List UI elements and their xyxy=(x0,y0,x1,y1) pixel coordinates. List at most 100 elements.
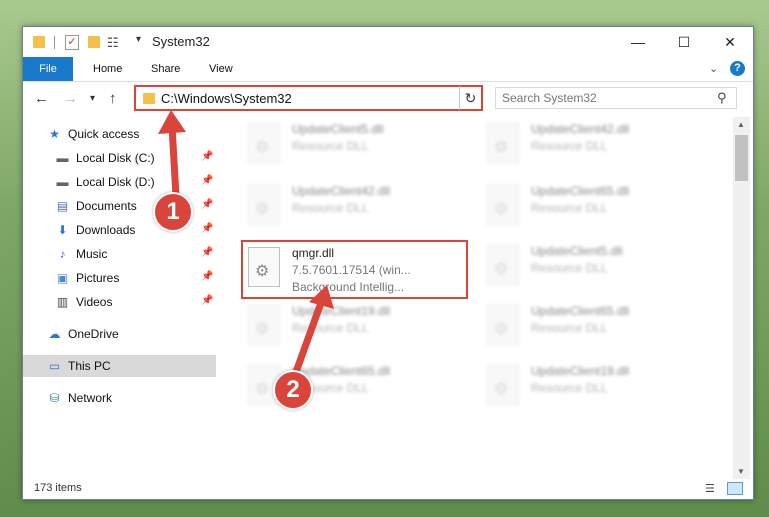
sidebar-item-label: Pictures xyxy=(76,271,120,285)
sidebar-item-onedrive[interactable]: ☁ OneDrive xyxy=(23,323,216,345)
folder-icon xyxy=(33,36,45,48)
file-type: Resource DLL xyxy=(292,201,369,215)
file-name: UpdateClient42.dll xyxy=(292,184,391,198)
list-item[interactable]: ⚙ UpdateClient42.dll Resource DLL xyxy=(481,119,711,171)
details-view-icon[interactable]: ☰ xyxy=(705,482,721,495)
file-name: UpdateClient42.dll xyxy=(531,122,630,136)
dll-file-icon: ⚙ xyxy=(487,185,519,225)
scrollbar-thumb[interactable] xyxy=(735,135,748,181)
search-icon[interactable]: ⚲ xyxy=(717,90,727,106)
scroll-up-icon[interactable]: ▲ xyxy=(737,120,745,129)
sidebar-item-label: Documents xyxy=(76,199,137,213)
file-type: Resource DLL xyxy=(292,321,369,335)
file-type: Resource DLL xyxy=(531,381,608,395)
cloud-icon: ☁ xyxy=(48,327,61,341)
vertical-scrollbar[interactable]: ▲ ▼ xyxy=(733,117,750,479)
new-folder-icon[interactable] xyxy=(88,36,100,48)
sidebar-item-label: OneDrive xyxy=(68,327,119,341)
expand-ribbon-icon[interactable]: ⌄ xyxy=(709,62,718,75)
file-name: UpdateClient5.dll xyxy=(292,122,384,136)
sidebar-item-network[interactable]: ⛁ Network xyxy=(23,387,216,409)
sidebar-item-this-pc[interactable]: ▭ This PC xyxy=(23,355,216,377)
sidebar-item-label: Local Disk (C:) xyxy=(76,151,155,165)
network-icon: ⛁ xyxy=(49,391,60,405)
chevron-down-icon[interactable]: ▾ xyxy=(136,34,141,45)
tiles-view-icon[interactable] xyxy=(727,482,743,495)
dll-file-icon: ⚙ xyxy=(487,123,519,163)
file-type: Resource DLL xyxy=(531,321,608,335)
address-row: ← → ▾ ↑ C:\Windows\System32 ⌄ ↻ ⚲ xyxy=(23,82,753,116)
address-bar[interactable]: C:\Windows\System32 ⌄ xyxy=(134,85,481,111)
pin-icon[interactable]: 📌 xyxy=(201,295,213,306)
maximize-button[interactable]: ☐ xyxy=(661,27,707,57)
pictures-icon: ▣ xyxy=(56,271,69,285)
drive-icon: ▬ xyxy=(56,175,69,189)
status-bar: 173 items ☰ xyxy=(23,479,753,499)
list-item[interactable]: ⚙ UpdateClient19.dll Resource DLL xyxy=(481,361,711,413)
sidebar-item-label: This PC xyxy=(68,359,111,373)
drive-icon: ▬ xyxy=(56,151,69,165)
tab-file[interactable]: File xyxy=(23,57,73,81)
tab-share[interactable]: Share xyxy=(151,57,180,81)
toolbar-divider xyxy=(54,36,55,49)
address-path[interactable]: C:\Windows\System32 xyxy=(161,91,292,106)
tab-view[interactable]: View xyxy=(209,57,233,81)
item-count: 173 items xyxy=(34,482,82,494)
pin-icon[interactable]: 📌 xyxy=(201,199,213,210)
list-item[interactable]: ⚙ UpdateClient65.dll Resource DLL xyxy=(481,181,711,233)
file-type: Resource DLL xyxy=(531,261,608,275)
sidebar-item-local-disk-c[interactable]: ▬ Local Disk (C:) 📌 xyxy=(23,147,216,169)
search-input[interactable] xyxy=(502,90,702,106)
sidebar-item-label: Videos xyxy=(76,295,113,309)
list-item[interactable]: ⚙ UpdateClient19.dll Resource DLL xyxy=(242,301,472,353)
tab-home[interactable]: Home xyxy=(93,57,122,81)
list-item[interactable]: ⚙ UpdateClient42.dll Resource DLL xyxy=(242,181,472,233)
minimize-button[interactable]: — xyxy=(615,27,661,57)
help-icon[interactable]: ? xyxy=(730,61,745,76)
sidebar-item-videos[interactable]: ▥ Videos 📌 xyxy=(23,291,216,313)
close-button[interactable]: ✕ xyxy=(707,27,753,57)
dll-file-icon: ⚙ xyxy=(248,185,280,225)
file-name: UpdateClient19.dll xyxy=(531,364,630,378)
title-bar: ✓ ☷ ▾ System32 — ☐ ✕ xyxy=(23,27,753,57)
file-list: ⚙ UpdateClient5.dll Resource DLL ⚙ Updat… xyxy=(217,117,733,479)
step-1-badge: 1 xyxy=(153,192,193,232)
sidebar-item-music[interactable]: ♪ Music 📌 xyxy=(23,243,216,265)
dll-file-icon: ⚙ xyxy=(487,245,519,285)
window-title: System32 xyxy=(152,34,210,49)
dll-file-icon: ⚙ xyxy=(248,305,280,345)
list-item[interactable]: ⚙ UpdateClient65.dll Resource DLL xyxy=(481,301,711,353)
sidebar-item-pictures[interactable]: ▣ Pictures 📌 xyxy=(23,267,216,289)
pin-icon[interactable]: 📌 xyxy=(201,271,213,282)
back-arrow-icon[interactable]: ← xyxy=(34,90,49,107)
list-item[interactable]: ⚙ UpdateClient5.dll Resource DLL xyxy=(481,241,711,293)
file-type: Resource DLL xyxy=(531,139,608,153)
sidebar-item-label: Downloads xyxy=(76,223,136,237)
forward-arrow-icon[interactable]: → xyxy=(63,90,78,107)
pin-icon[interactable]: 📌 xyxy=(201,151,213,162)
sidebar-item-label: Music xyxy=(76,247,108,261)
up-arrow-icon[interactable]: ↑ xyxy=(109,90,117,107)
documents-icon: ▤ xyxy=(56,199,69,213)
file-name: UpdateClient19.dll xyxy=(292,304,391,318)
dll-file-icon: ⚙ xyxy=(487,305,519,345)
computer-icon: ▭ xyxy=(48,359,61,373)
sidebar-item-label: Network xyxy=(68,391,113,405)
sidebar-item-local-disk-d[interactable]: ▬ Local Disk (D:) 📌 xyxy=(23,171,216,193)
search-box[interactable]: ⚲ xyxy=(495,87,737,109)
properties-check-icon[interactable]: ✓ xyxy=(65,35,79,50)
pin-icon[interactable]: 📌 xyxy=(201,175,213,186)
pin-icon[interactable]: 📌 xyxy=(201,223,213,234)
navigation-pane: ★ Quick access ▬ Local Disk (C:) 📌 ▬ Loc… xyxy=(23,117,216,479)
customize-toolbar-icon[interactable]: ☷ xyxy=(107,35,119,51)
videos-icon: ▥ xyxy=(56,295,69,309)
list-item[interactable]: ⚙ UpdateClient5.dll Resource DLL xyxy=(242,119,472,171)
scroll-down-icon[interactable]: ▼ xyxy=(737,467,745,476)
recent-locations-icon[interactable]: ▾ xyxy=(90,93,95,104)
pin-icon[interactable]: 📌 xyxy=(201,247,213,258)
sidebar-item-quick-access[interactable]: ★ Quick access xyxy=(23,123,216,145)
dll-file-icon: ⚙ xyxy=(487,365,519,405)
refresh-button[interactable]: ↻ xyxy=(459,85,483,111)
file-type: Resource DLL xyxy=(531,201,608,215)
explorer-window: ✓ ☷ ▾ System32 — ☐ ✕ File Home Share Vie… xyxy=(22,26,754,500)
